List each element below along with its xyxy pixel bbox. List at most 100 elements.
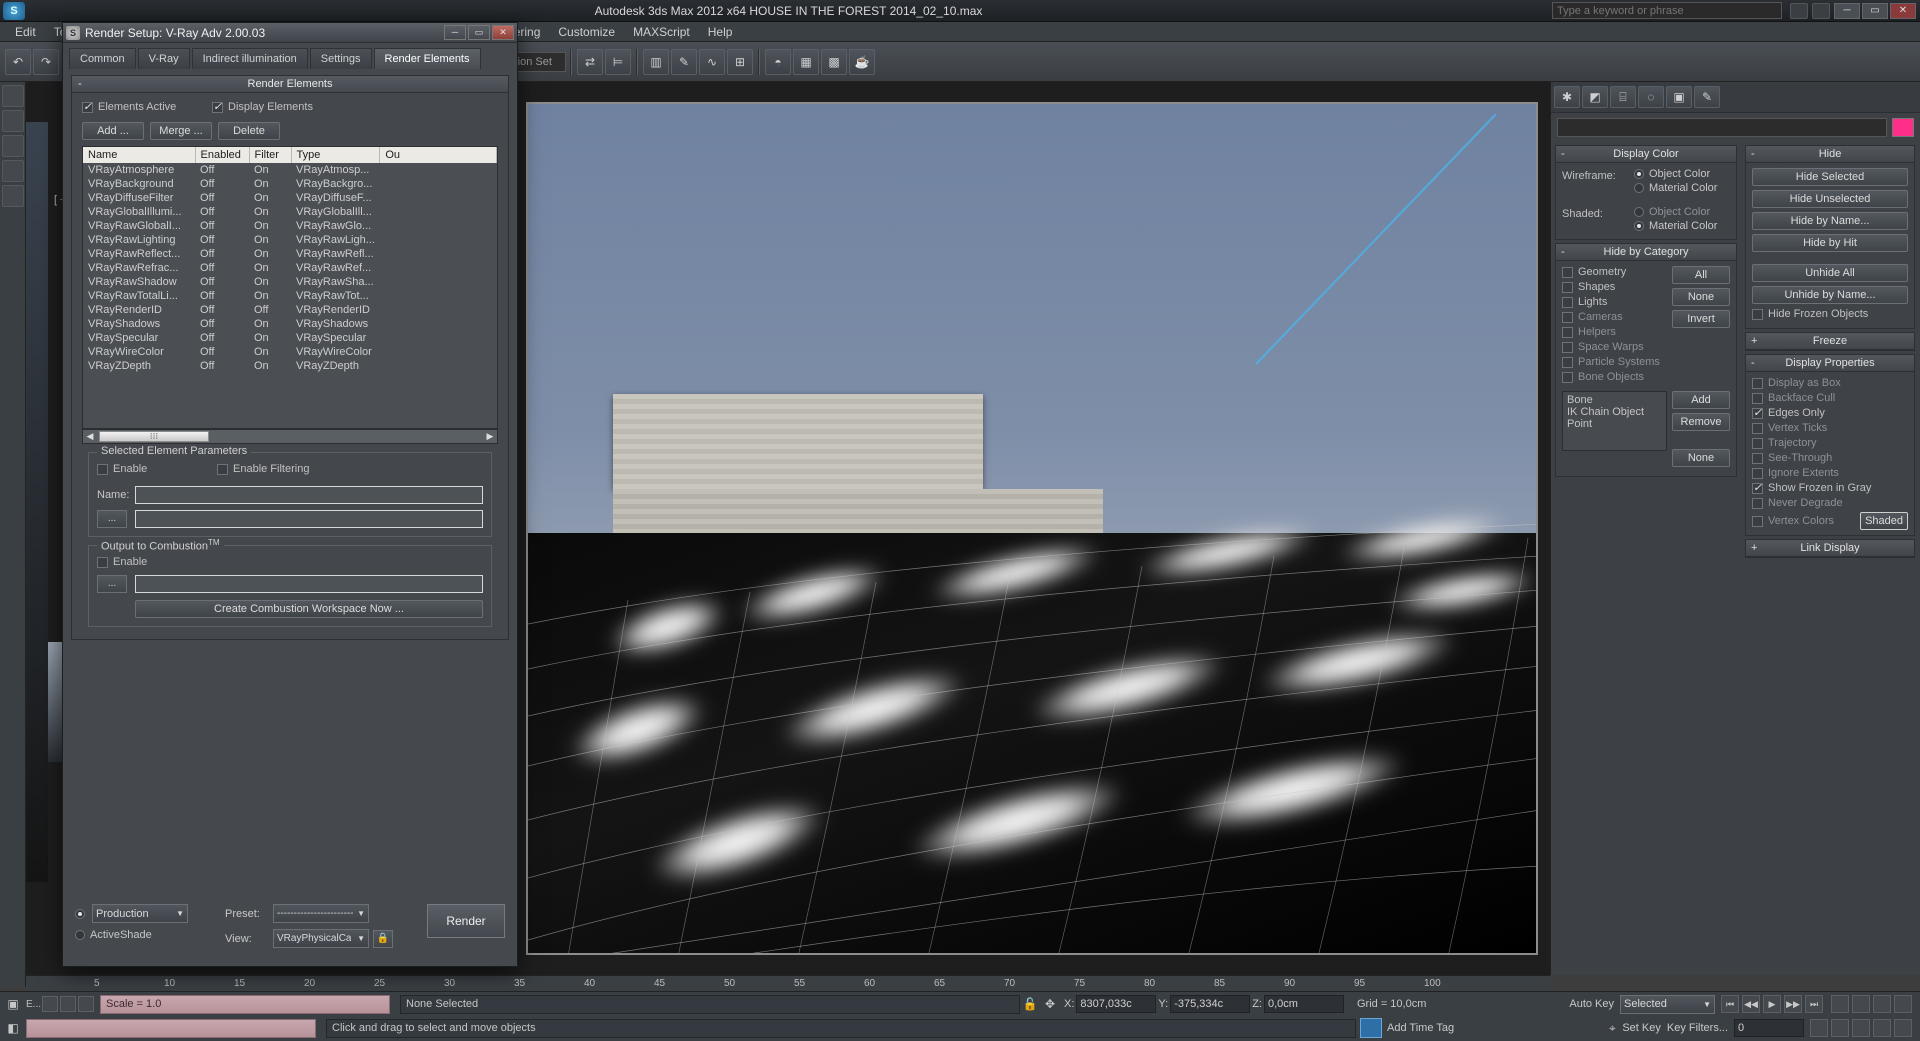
list-item[interactable]: Point	[1567, 418, 1662, 430]
table-row[interactable]: VRayRawLightingOffOnVRayRawLigh...	[83, 233, 497, 247]
key-mode-toggle-icon[interactable]	[1810, 1019, 1828, 1037]
menu-item-customize[interactable]: Customize	[549, 23, 624, 41]
table-horizontal-scrollbar[interactable]: ◀ ⁝⁝⁝ ▶	[82, 429, 498, 444]
view-dropdown[interactable]: VRayPhysicalCa ▼	[273, 929, 369, 948]
close-button[interactable]: ✕	[1890, 3, 1916, 19]
hide-frozen-objects-checkbox[interactable]: Hide Frozen Objects	[1752, 308, 1908, 320]
expand-icon[interactable]: +	[1751, 542, 1757, 554]
menu-item-help[interactable]: Help	[699, 23, 742, 41]
tab-common[interactable]: Common	[69, 48, 136, 69]
table-row[interactable]: VRayRawTotalLi...OffOnVRayRawTot...	[83, 289, 497, 303]
hide-selected-button[interactable]: Hide Selected	[1752, 168, 1908, 186]
pan-icon[interactable]	[1852, 1019, 1870, 1037]
freeze-header[interactable]: + Freeze	[1746, 333, 1914, 350]
combustion-enable-checkbox[interactable]: Enable	[97, 556, 483, 568]
table-row[interactable]: VRayZDepthOffOnVRayZDepth	[83, 359, 497, 373]
schematic-view-icon[interactable]: ⊞	[727, 49, 753, 75]
render-setup-dialog[interactable]: S Render Setup: V-Ray Adv 2.00.03 ─ ▭ ✕ …	[62, 22, 518, 967]
list-item[interactable]: IK Chain Object	[1567, 406, 1662, 418]
menu-item-maxscript[interactable]: MAXScript	[624, 23, 699, 41]
table-row[interactable]: VRayRawGlobalI...OffOnVRayRawGlo...	[83, 219, 497, 233]
table-row[interactable]: VRaySpecularOffOnVRaySpecular	[83, 331, 497, 345]
trajectory-checkbox[interactable]: Trajectory	[1752, 437, 1908, 449]
table-row[interactable]: VRayRawShadowOffOnVRayRawSha...	[83, 275, 497, 289]
vertex-ticks-checkbox[interactable]: Vertex Ticks	[1752, 422, 1908, 434]
list-item[interactable]: Bone	[1567, 394, 1662, 406]
collapse-icon[interactable]: -	[1561, 246, 1565, 258]
script-listener-icon[interactable]: ◧	[0, 1021, 26, 1035]
hide-category-remove-button[interactable]: Remove	[1672, 413, 1730, 431]
object-paint-icon[interactable]	[2, 160, 24, 182]
rendered-scene[interactable]	[526, 102, 1538, 955]
orbit-icon[interactable]	[1873, 1019, 1891, 1037]
layer-manager-icon[interactable]: ▥	[643, 49, 669, 75]
hide-category-cameras[interactable]: Cameras	[1562, 311, 1672, 323]
table-row[interactable]: VRayAtmosphereOffOnVRayAtmosp...	[83, 163, 497, 177]
selection-tool-icon[interactable]	[2, 135, 24, 157]
tab-vray[interactable]: V-Ray	[138, 48, 190, 69]
unhide-by-name-button[interactable]: Unhide by Name...	[1752, 286, 1908, 304]
play-icon[interactable]: ▶	[1763, 995, 1781, 1013]
collapse-icon[interactable]: -	[78, 78, 82, 90]
collapse-icon[interactable]: -	[1751, 148, 1755, 160]
expand-icon[interactable]: +	[1751, 335, 1757, 347]
z-coordinate-input[interactable]: 0,0cm	[1264, 995, 1344, 1013]
element-enable-checkbox[interactable]: Enable	[97, 463, 217, 475]
shaded-material-color-radio[interactable]: Material Color	[1634, 220, 1730, 232]
rendered-frame-window-icon[interactable]: ▩	[821, 49, 847, 75]
render-button[interactable]: Render	[427, 904, 505, 938]
tab-render-elements[interactable]: Render Elements	[374, 48, 481, 69]
element-enable-filtering-checkbox[interactable]: Enable Filtering	[217, 463, 309, 475]
display-as-box-checkbox[interactable]: Display as Box	[1752, 377, 1908, 389]
hide-category-none2-button[interactable]: None	[1672, 449, 1730, 467]
object-color-swatch[interactable]	[1892, 118, 1914, 137]
vertex-colors-shaded-button[interactable]: Shaded	[1860, 512, 1908, 530]
hide-category-shapes[interactable]: Shapes	[1562, 281, 1672, 293]
element-path-input[interactable]	[135, 510, 483, 528]
production-preset-dropdown[interactable]: Production ▼	[92, 904, 188, 923]
scroll-right-icon[interactable]: ▶	[483, 431, 497, 442]
hide-by-category-header[interactable]: - Hide by Category	[1556, 244, 1736, 261]
keyword-search-input[interactable]	[1552, 2, 1782, 19]
polygon-modeling-icon[interactable]	[2, 85, 24, 107]
graphite-modeling-icon[interactable]: ✎	[671, 49, 697, 75]
combustion-path-input[interactable]	[135, 575, 483, 593]
lock-icon[interactable]: 🔒	[373, 930, 393, 948]
column-type[interactable]: Type	[291, 147, 380, 163]
hide-unselected-button[interactable]: Hide Unselected	[1752, 190, 1908, 208]
render-elements-table[interactable]: Name Enabled Filter Type Ou VRayAtmosphe…	[82, 146, 498, 429]
element-path-browse-button[interactable]: ...	[97, 510, 127, 528]
create-combustion-workspace-button[interactable]: Create Combustion Workspace Now ...	[135, 600, 483, 618]
y-coordinate-input[interactable]: -375,334c	[1170, 995, 1250, 1013]
table-row[interactable]: VRayDiffuseFilterOffOnVRayDiffuseF...	[83, 191, 497, 205]
mini-grid-icon[interactable]	[78, 996, 94, 1012]
go-to-end-icon[interactable]: ⏭	[1805, 995, 1823, 1013]
populate-icon[interactable]	[2, 185, 24, 207]
column-enabled[interactable]: Enabled	[195, 147, 249, 163]
display-elements-checkbox[interactable]: Display Elements	[212, 101, 313, 113]
menu-item-edit[interactable]: Edit	[6, 23, 45, 41]
go-to-start-icon[interactable]: ⏮	[1721, 995, 1739, 1013]
preset-dropdown[interactable]: ------------------------- ▼	[273, 904, 369, 923]
column-name[interactable]: Name	[83, 147, 195, 163]
time-configuration-icon[interactable]	[1831, 1019, 1849, 1037]
activeshade-radio[interactable]: ActiveShade	[75, 929, 225, 941]
render-setup-maximize-button[interactable]: ▭	[468, 25, 490, 40]
motion-tab-icon[interactable]: ◌	[1638, 86, 1664, 108]
next-frame-icon[interactable]: ▶▶	[1784, 995, 1802, 1013]
hide-by-name-button[interactable]: Hide by Name...	[1752, 212, 1908, 230]
table-row[interactable]: VRayRawReflect...OffOnVRayRawRefl...	[83, 247, 497, 261]
set-key-icon[interactable]: ⌖	[1602, 1021, 1622, 1036]
add-element-button[interactable]: Add ...	[82, 122, 144, 140]
hide-category-particle-systems[interactable]: Particle Systems	[1562, 356, 1672, 368]
ignore-extents-checkbox[interactable]: Ignore Extents	[1752, 467, 1908, 479]
absolute-relative-icon[interactable]: ✥	[1040, 997, 1060, 1011]
wireframe-material-color-radio[interactable]: Material Color	[1634, 182, 1730, 194]
table-row[interactable]: VRayRawRefrac...OffOnVRayRawRef...	[83, 261, 497, 275]
undo-icon[interactable]: ↶	[5, 49, 31, 75]
unhide-all-button[interactable]: Unhide All	[1752, 264, 1908, 282]
exchange-icon[interactable]	[1812, 3, 1830, 19]
zoom-icon[interactable]	[1831, 995, 1849, 1013]
maximize-viewport-icon[interactable]	[1894, 1019, 1912, 1037]
wireframe-object-color-radio[interactable]: Object Color	[1634, 168, 1730, 180]
